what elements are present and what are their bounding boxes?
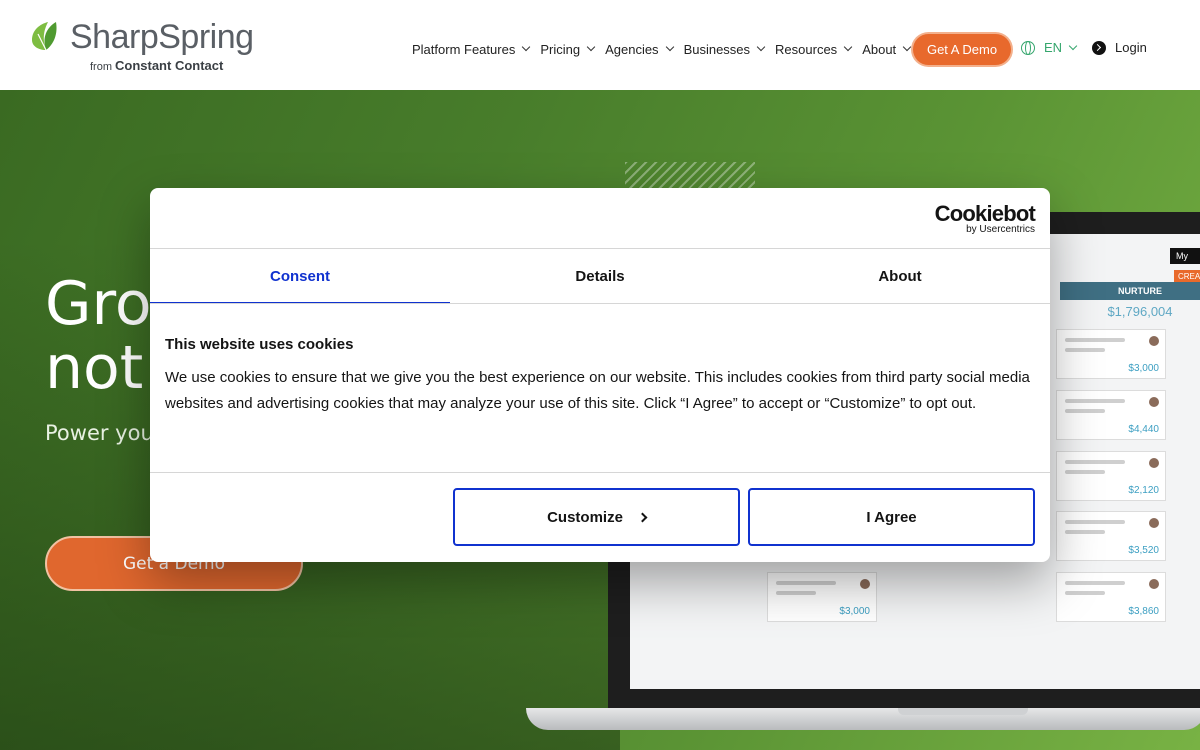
chevron-down-icon [1068,41,1078,50]
i-agree-button[interactable]: I Agree [748,488,1035,546]
language-label: EN [1044,40,1063,55]
chevron-down-icon [522,42,531,52]
nav-label: Platform Features [412,41,516,57]
deal-card: $4,440 [1056,390,1166,440]
cookie-dialog-title: This website uses cookies [165,336,354,353]
nav-resources[interactable]: Resources [775,41,853,57]
avatar [1149,458,1159,468]
site-header: SharpSpring from Constant Contact Platfor… [0,0,1200,90]
laptop-notch [898,708,1028,715]
tab-about[interactable]: About [750,249,1050,303]
nav-label: Pricing [540,41,581,57]
globe-icon [1021,40,1035,55]
logo-subtitle: from Constant Contact [90,58,223,73]
pipeline-stage-total: $1,796,004 [1107,304,1173,319]
nav-label: About [862,41,897,57]
chevron-down-icon [586,42,596,52]
chevron-down-icon [843,42,853,52]
cookiebot-logo[interactable]: Cookiebot by Usercentrics [934,201,1036,236]
nav-agencies[interactable]: Agencies [605,41,674,57]
logo-wordmark: SharpSpring [70,18,254,56]
get-a-demo-button[interactable]: Get A Demo [913,34,1011,65]
dialog-divider-tabs [150,303,1050,304]
sharpspring-logo[interactable]: SharpSpring from Constant Contact [28,18,254,74]
login-link[interactable]: Login [1092,40,1147,55]
avatar [860,579,870,589]
dialog-divider-bottom [150,472,1050,473]
chevron-down-icon [756,42,766,52]
customize-button[interactable]: Customize [453,488,740,546]
tab-consent[interactable]: Consent [150,249,450,304]
avatar [1149,397,1159,407]
main-nav: Platform Features Pricing Agencies Busin… [412,34,921,64]
cookie-tabs: Consent Details About [150,249,1050,304]
nav-businesses[interactable]: Businesses [683,41,766,57]
deal-card: $3,860 [1056,572,1166,622]
deal-amount: $3,520 [1128,545,1159,556]
language-selector[interactable]: EN [1021,40,1078,55]
nav-label: Resources [775,41,838,57]
sharpspring-leaf-icon [32,22,57,51]
login-label: Login [1115,40,1147,55]
nav-about[interactable]: About [862,41,912,57]
tab-details[interactable]: Details [450,249,750,303]
deal-amount: $2,120 [1128,485,1159,496]
deal-card: $3,000 [767,572,877,622]
cookiebot-brand: Cookiebot [934,201,1036,226]
cookie-dialog-body: We use cookies to ensure that we give yo… [165,369,1030,412]
login-arrow-icon [1092,40,1106,55]
avatar [1149,336,1159,346]
mockup-tab: My [1170,248,1200,264]
deal-card: $3,520 [1056,511,1166,561]
cookie-consent-dialog: Cookiebot by Usercentrics Consent Detail… [150,188,1050,562]
avatar [1149,518,1159,528]
laptop-base [526,708,1200,730]
nav-label: Businesses [683,41,751,57]
chevron-right-icon [637,512,648,522]
deal-card: $3,000 [1056,329,1166,379]
deal-amount: $4,440 [1128,424,1159,435]
chevron-down-icon [902,42,912,52]
deal-amount: $3,000 [839,606,870,617]
nav-label: Agencies [605,41,659,57]
logo-from: from [90,61,112,73]
deal-card: $2,120 [1056,451,1166,501]
deal-amount: $3,860 [1128,606,1159,617]
pipeline-stage-header: NURTURE [1060,282,1200,300]
avatar [1149,579,1159,589]
nav-pricing[interactable]: Pricing [540,41,596,57]
chevron-down-icon [665,42,674,52]
nav-platform-features[interactable]: Platform Features [412,41,531,57]
customize-label: Customize [547,508,623,526]
logo-constant-contact: Constant Contact [115,58,224,73]
deal-amount: $3,000 [1128,363,1159,374]
